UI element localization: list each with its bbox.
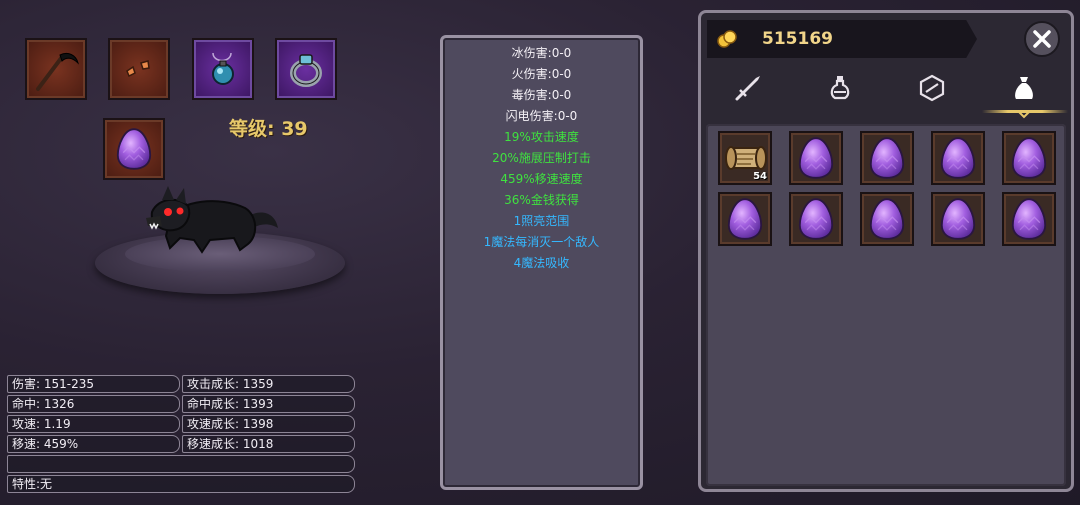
- equip-slot-ring[interactable]: [275, 38, 337, 100]
- inventory-slot[interactable]: [860, 192, 914, 246]
- close-button[interactable]: [1024, 21, 1060, 57]
- attr-line: 20%施展压制打击: [492, 151, 591, 165]
- attr-line: 闪电伤害:0-0: [505, 109, 578, 123]
- scythe-icon: [36, 52, 79, 91]
- inventory-slot[interactable]: [789, 131, 843, 185]
- stat-damage: 伤害: 151-235: [7, 375, 180, 393]
- inventory-slot[interactable]: [789, 192, 843, 246]
- purple-egg-icon: [1011, 197, 1047, 241]
- potion-icon: [830, 76, 850, 100]
- chevron-down-icon: [1018, 111, 1030, 119]
- level-label: 等级: 39: [229, 118, 308, 140]
- potion-amulet-icon: [212, 52, 234, 85]
- attr-line: 1魔法每消灭一个敌人: [483, 235, 600, 249]
- fang-fragments-icon: [126, 60, 150, 78]
- equip-slot-weapon[interactable]: [25, 38, 87, 100]
- attributes-panel: 冰伤害:0-0 火伤害:0-0 毒伤害:0-0 闪电伤害:0-0 19%攻击速度…: [440, 35, 643, 490]
- stat-move-speed: 移速: 459%: [7, 435, 180, 453]
- equip-slot-amulet[interactable]: [192, 38, 254, 100]
- attr-line: 36%金钱获得: [504, 193, 579, 207]
- inventory-slot[interactable]: [718, 192, 772, 246]
- gold-amount: 515169: [762, 29, 833, 49]
- equip-slot-accessory[interactable]: [108, 38, 170, 100]
- attr-line: 火伤害:0-0: [511, 67, 572, 81]
- purple-egg-icon: [869, 197, 905, 241]
- inventory-slot[interactable]: [931, 192, 985, 246]
- inventory-slot[interactable]: [860, 131, 914, 185]
- stat-row: 特性:无: [7, 475, 355, 493]
- attr-line: 1照亮范围: [513, 214, 570, 228]
- stat-empty-row: [7, 455, 355, 473]
- attr-line: 459%移速速度: [500, 172, 583, 186]
- inventory-slot[interactable]: [1002, 192, 1056, 246]
- inventory-slot[interactable]: 54: [718, 131, 772, 185]
- tab-potions[interactable]: [820, 70, 860, 106]
- stat-row: 命中: 1326 命中成长: 1393: [7, 395, 355, 413]
- item-count: 54: [753, 171, 767, 182]
- purple-egg-icon: [940, 136, 976, 180]
- stat-attack-speed-growth: 攻速成长: 1398: [182, 415, 355, 433]
- attr-line: 毒伤害:0-0: [511, 88, 572, 102]
- purple-egg-icon: [940, 197, 976, 241]
- stat-row: 移速: 459% 移速成长: 1018: [7, 435, 355, 453]
- attr-line: 冰伤害:0-0: [511, 46, 572, 60]
- stat-move-speed-growth: 移速成长: 1018: [182, 435, 355, 453]
- sword-icon: [735, 76, 760, 101]
- pet-egg-slot[interactable]: [103, 118, 165, 180]
- stats-table: 伤害: 151-235 攻击成长: 1359 命中: 1326 命中成长: 13…: [7, 375, 355, 495]
- stat-attack-speed: 攻速: 1.19: [7, 415, 180, 433]
- attr-line: 4魔法吸收: [513, 256, 570, 270]
- tab-bag[interactable]: [1004, 70, 1044, 106]
- purple-egg-icon: [798, 136, 834, 180]
- ring-icon: [290, 54, 322, 87]
- purple-egg-icon: [798, 197, 834, 241]
- stat-accuracy: 命中: 1326: [7, 395, 180, 413]
- purple-egg-icon: [727, 197, 763, 241]
- black-wolf-icon[interactable]: [140, 178, 285, 258]
- stat-accuracy-growth: 命中成长: 1393: [182, 395, 355, 413]
- inventory-slot[interactable]: [1002, 131, 1056, 185]
- stat-row: 伤害: 151-235 攻击成长: 1359: [7, 375, 355, 393]
- close-icon: [1033, 30, 1051, 48]
- stat-row: [7, 455, 355, 473]
- purple-egg-icon: [1011, 136, 1047, 180]
- gold-coins-icon: [717, 30, 737, 48]
- bag-icon: [1015, 77, 1033, 99]
- gem-icon: [919, 74, 945, 102]
- purple-egg-icon: [869, 136, 905, 180]
- stat-trait: 特性:无: [7, 475, 355, 493]
- tab-weapons[interactable]: [728, 70, 768, 106]
- stat-row: 攻速: 1.19 攻速成长: 1398: [7, 415, 355, 433]
- purple-egg-icon: [116, 127, 152, 171]
- gold-bar: [707, 20, 977, 58]
- tab-gems[interactable]: [912, 70, 952, 106]
- attr-line: 19%攻击速度: [504, 130, 579, 144]
- inventory-slot[interactable]: [931, 131, 985, 185]
- stat-attack-growth: 攻击成长: 1359: [182, 375, 355, 393]
